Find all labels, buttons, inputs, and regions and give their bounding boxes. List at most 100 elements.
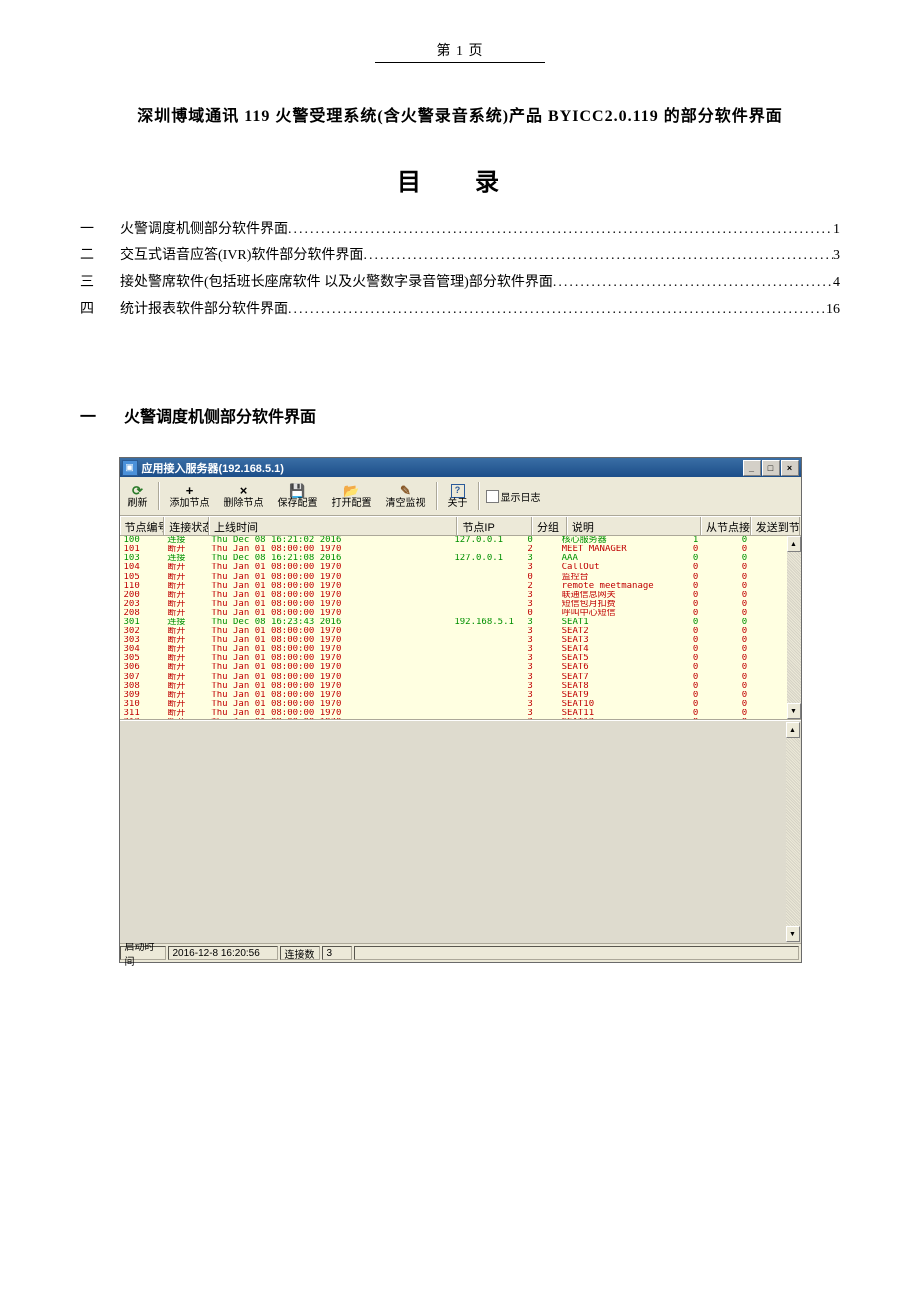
about-button[interactable]: ? 关于 — [444, 483, 472, 510]
col-rx[interactable]: 从节点接收 — [701, 517, 751, 535]
cell-tx: 0 — [738, 682, 787, 691]
cell-group: 2 — [523, 582, 557, 591]
cell-rx: 0 — [689, 609, 738, 618]
cell-group: 3 — [523, 709, 557, 718]
cell-desc: SEAT7 — [558, 673, 689, 682]
col-status[interactable]: 连接状态 — [164, 517, 209, 535]
scroll-down-icon[interactable]: ▼ — [787, 703, 801, 719]
scroll-up-icon[interactable]: ▲ — [786, 722, 800, 738]
table-row[interactable]: 309断开Thu Jan 01 08:00:00 19703SEAT900 — [120, 691, 787, 700]
table-row[interactable]: 302断开Thu Jan 01 08:00:00 19703SEAT200 — [120, 627, 787, 636]
cell-rx: 0 — [689, 618, 738, 627]
cell-desc: SEAT8 — [558, 682, 689, 691]
delete-node-button[interactable]: × 删除节点 — [220, 483, 268, 510]
scroll-down-icon[interactable]: ▼ — [786, 926, 800, 942]
table-row[interactable]: 110断开Thu Jan 01 08:00:00 19702remote mee… — [120, 582, 787, 591]
grid-scrollbar[interactable]: ▲ ▼ — [787, 536, 801, 719]
cell-group: 0 — [523, 536, 557, 545]
cell-ip — [450, 636, 523, 645]
table-row[interactable]: 308断开Thu Jan 01 08:00:00 19703SEAT800 — [120, 682, 787, 691]
cell-time: Thu Jan 01 08:00:00 1970 — [207, 645, 450, 654]
table-row[interactable]: 105断开Thu Jan 01 08:00:00 19700监控台00 — [120, 573, 787, 582]
close-button[interactable]: × — [781, 460, 799, 476]
cell-time: Thu Jan 01 08:00:00 1970 — [207, 709, 450, 718]
cell-status: 断开 — [163, 691, 207, 700]
open-config-button[interactable]: 📂 打开配置 — [328, 483, 376, 510]
add-node-button[interactable]: + 添加节点 — [166, 483, 214, 510]
table-row[interactable]: 310断开Thu Jan 01 08:00:00 19703SEAT1000 — [120, 700, 787, 709]
eraser-icon: ✎ — [400, 484, 411, 498]
table-row[interactable]: 103连接Thu Dec 08 16:21:08 2016127.0.0.13A… — [120, 554, 787, 563]
scroll-up-icon[interactable]: ▲ — [787, 536, 801, 552]
cell-id: 208 — [120, 609, 164, 618]
cell-time: Thu Jan 01 08:00:00 1970 — [207, 691, 450, 700]
table-row[interactable]: 208断开Thu Jan 01 08:00:00 19700呼叫中心短信00 — [120, 609, 787, 618]
col-desc[interactable]: 说明 — [567, 517, 701, 535]
table-row[interactable]: 311断开Thu Jan 01 08:00:00 19703SEAT1100 — [120, 709, 787, 718]
cell-desc: SEAT4 — [558, 645, 689, 654]
cell-ip — [450, 563, 523, 572]
cell-desc: 联通信息网关 — [558, 591, 689, 600]
table-row[interactable]: 305断开Thu Jan 01 08:00:00 19703SEAT500 — [120, 654, 787, 663]
col-node-id[interactable]: 节点编号 — [120, 517, 165, 535]
col-online-time[interactable]: 上线时间 — [209, 517, 457, 535]
clear-monitor-button[interactable]: ✎ 清空监视 — [382, 483, 430, 510]
cell-tx: 0 — [738, 645, 787, 654]
scroll-track[interactable] — [786, 738, 800, 926]
table-row[interactable]: 301连接Thu Dec 08 16:23:43 2016192.168.5.1… — [120, 618, 787, 627]
toc-page: 3 — [833, 243, 840, 270]
cell-status: 断开 — [163, 663, 207, 672]
table-row[interactable]: 306断开Thu Jan 01 08:00:00 19703SEAT600 — [120, 663, 787, 672]
toc-page: 16 — [826, 297, 840, 324]
save-config-button[interactable]: 💾 保存配置 — [274, 483, 322, 510]
table-row[interactable]: 100连接Thu Dec 08 16:21:02 2016127.0.0.10核… — [120, 536, 787, 545]
minimize-button[interactable]: _ — [743, 460, 761, 476]
show-log-checkbox[interactable]: 显示日志 — [486, 489, 541, 504]
cell-id: 306 — [120, 663, 164, 672]
col-group[interactable]: 分组 — [532, 517, 567, 535]
maximize-button[interactable]: □ — [762, 460, 780, 476]
cell-group: 3 — [523, 645, 557, 654]
table-row[interactable]: 303断开Thu Jan 01 08:00:00 19703SEAT300 — [120, 636, 787, 645]
refresh-button[interactable]: ⟳ 刷新 — [124, 483, 152, 510]
table-row[interactable]: 200断开Thu Jan 01 08:00:00 19703联通信息网关00 — [120, 591, 787, 600]
cell-rx: 0 — [689, 554, 738, 563]
toc-leader — [363, 243, 833, 270]
cell-id: 303 — [120, 636, 164, 645]
status-conn-value: 3 — [322, 946, 352, 960]
scroll-track[interactable] — [787, 552, 801, 703]
cell-status: 断开 — [163, 627, 207, 636]
cell-ip — [450, 645, 523, 654]
toc-text: 统计报表软件部分软件界面 — [120, 297, 288, 324]
toc-item: 二交互式语音应答(IVR)软件部分软件界面3 — [80, 243, 840, 270]
table-row[interactable]: 203断开Thu Jan 01 08:00:00 19703短信包月扣费00 — [120, 600, 787, 609]
toolbar-sep — [436, 482, 438, 510]
cell-ip — [450, 582, 523, 591]
cell-status: 断开 — [163, 600, 207, 609]
toolbar-sep — [478, 482, 480, 510]
col-tx[interactable]: 发送到节点 — [751, 517, 801, 535]
status-conn-label: 连接数 — [280, 946, 320, 960]
titlebar[interactable]: ▣ 应用接入服务器(192.168.5.1) _ □ × — [120, 458, 801, 477]
status-bar: 启动时间 2016-12-8 16:20:56 连接数 3 — [120, 943, 801, 962]
table-row[interactable]: 104断开Thu Jan 01 08:00:00 19703CallOut00 — [120, 563, 787, 572]
log-scrollbar[interactable]: ▲ ▼ — [786, 722, 800, 942]
toc-heading: 目 录 — [80, 162, 840, 197]
cell-status: 断开 — [163, 654, 207, 663]
cell-time: Thu Jan 01 08:00:00 1970 — [207, 573, 450, 582]
cell-time: Thu Jan 01 08:00:00 1970 — [207, 582, 450, 591]
table-row[interactable]: 101断开Thu Jan 01 08:00:00 19702MEET MANAG… — [120, 545, 787, 554]
cell-rx: 0 — [689, 691, 738, 700]
cell-ip — [450, 591, 523, 600]
cell-tx: 0 — [738, 573, 787, 582]
cell-desc: SEAT2 — [558, 627, 689, 636]
table-row[interactable]: 307断开Thu Jan 01 08:00:00 19703SEAT700 — [120, 673, 787, 682]
table-row[interactable]: 304断开Thu Jan 01 08:00:00 19703SEAT400 — [120, 645, 787, 654]
cell-rx: 1 — [689, 536, 738, 545]
toc-text: 交互式语音应答(IVR)软件部分软件界面 — [120, 243, 363, 270]
toc-leader — [288, 297, 826, 324]
cell-rx: 0 — [689, 636, 738, 645]
col-node-ip[interactable]: 节点IP — [457, 517, 532, 535]
cell-rx: 0 — [689, 591, 738, 600]
toolbar-sep — [158, 482, 160, 510]
